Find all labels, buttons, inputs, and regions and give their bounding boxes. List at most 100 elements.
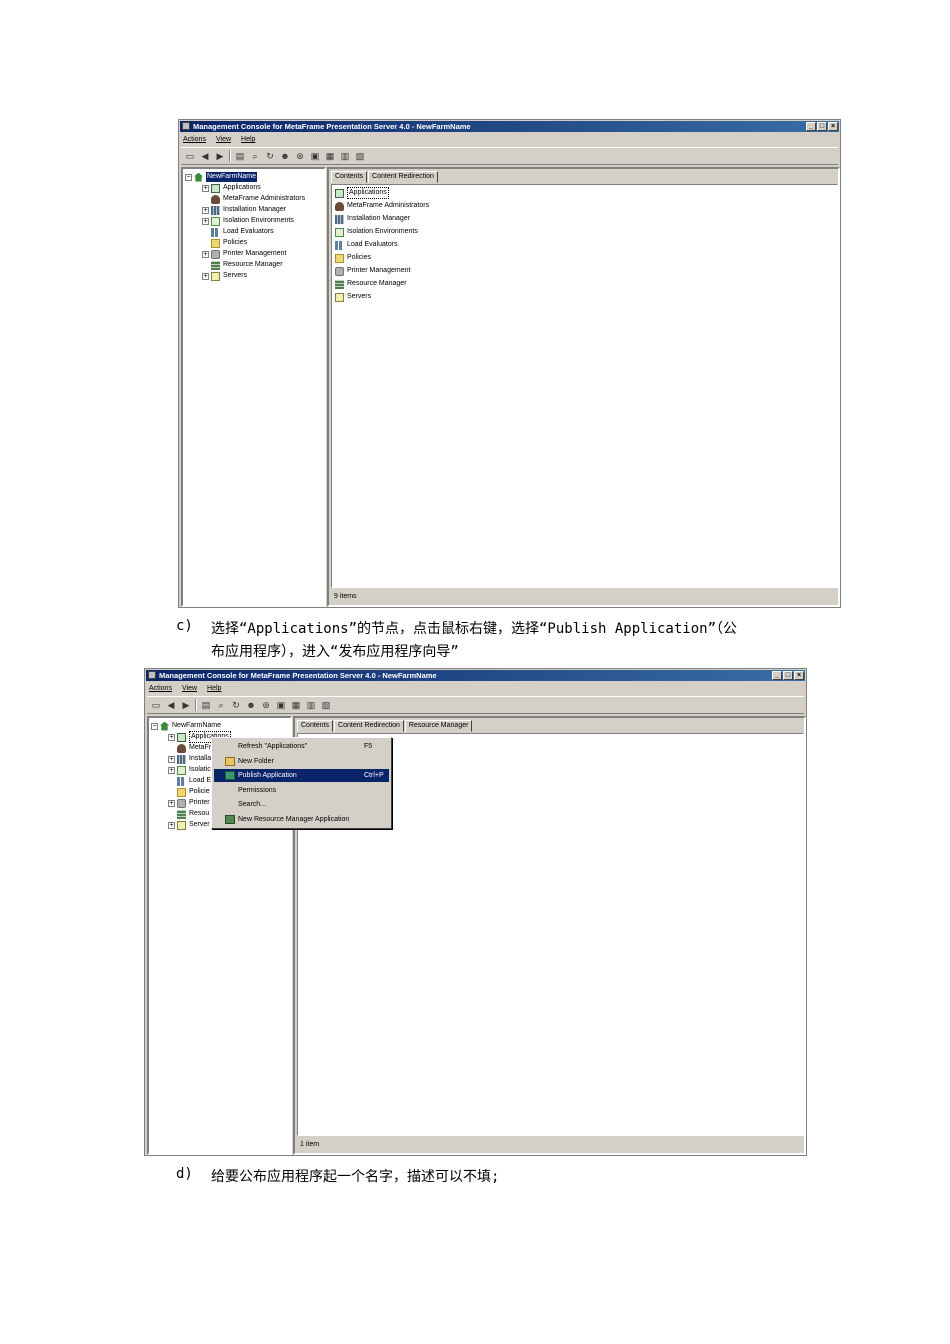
maximize-button[interactable]: □	[783, 671, 793, 680]
back-arrow-icon[interactable]: ◀	[199, 150, 211, 162]
tree-item-servers[interactable]: + Servers	[202, 271, 247, 281]
list-item-policies[interactable]: Policies	[335, 253, 371, 263]
list-item-applications[interactable]: Applications	[335, 187, 389, 199]
expand-toggle[interactable]: +	[168, 766, 175, 774]
server-dropdown-icon[interactable]: ▦	[324, 150, 336, 162]
tree-item-printer-management[interactable]: + Printer Management	[202, 249, 286, 259]
tree-item-policies[interactable]: Policies	[211, 238, 247, 248]
menu-actions[interactable]: Actions	[149, 683, 172, 695]
properties-icon[interactable]: ▤	[234, 150, 246, 162]
tree-item-label: Printer Management	[223, 250, 287, 257]
menu-item-refresh[interactable]: Refresh "Applications" F5	[214, 740, 389, 753]
tab-resource-manager[interactable]: Resource Manager	[404, 720, 473, 732]
publish-dropdown-icon[interactable]: ▣	[275, 699, 287, 711]
tree-item-metaframe-administrators[interactable]: MetaFr	[177, 743, 211, 753]
tree-item-servers[interactable]: + Server	[168, 820, 210, 830]
resource-icon	[335, 279, 344, 289]
tree-root[interactable]: − NewFarmName	[151, 721, 221, 731]
list-item-load-evaluators[interactable]: Load Evaluators	[335, 240, 398, 250]
search-icon[interactable]: ⌕	[215, 699, 227, 711]
toolbar-separator	[195, 699, 197, 711]
menu-help[interactable]: Help	[207, 683, 221, 695]
back-arrow-icon[interactable]: ◀	[165, 699, 177, 711]
tree-item-metaframe-administrators[interactable]: MetaFrame Administrators	[211, 194, 305, 204]
list-item-isolation-environments[interactable]: Isolation Environments	[335, 227, 418, 237]
view-dropdown-icon[interactable]: ▥	[339, 150, 351, 162]
tree-root[interactable]: − NewFarmName	[185, 172, 258, 182]
folder-up-icon[interactable]: ▭	[184, 150, 196, 162]
tab-contents[interactable]: Contents	[297, 720, 334, 732]
menu-item-new-resource-manager-application[interactable]: New Resource Manager Application	[214, 813, 389, 826]
publish-dropdown-icon[interactable]: ▣	[309, 150, 321, 162]
tree-item-isolation-environments[interactable]: + Isolatic	[168, 765, 211, 775]
tree-item-applications[interactable]: + Applications	[202, 183, 261, 193]
find-icon[interactable]: ⊛	[294, 150, 306, 162]
menu-item-permissions[interactable]: Permissions	[214, 784, 389, 797]
menu-item-search[interactable]: Search...	[214, 798, 389, 811]
menu-view[interactable]: View	[216, 134, 231, 146]
tree-item-load-evaluators[interactable]: Load E	[177, 776, 211, 786]
expand-toggle[interactable]: +	[202, 184, 209, 192]
list-item-label: Applications	[347, 187, 389, 199]
tab-content-redirection[interactable]: Content Redirection	[368, 171, 438, 183]
list-item-metaframe-administrators[interactable]: MetaFrame Administrators	[335, 201, 429, 211]
refresh-icon[interactable]: ↻	[230, 699, 242, 711]
list-item-label: Resource Manager	[347, 280, 407, 287]
tree-item-resource-manager[interactable]: Resou	[177, 809, 209, 819]
expand-toggle[interactable]: +	[168, 821, 175, 829]
expand-toggle[interactable]: +	[202, 272, 209, 280]
minimize-button[interactable]: _	[806, 122, 816, 131]
forward-arrow-icon[interactable]: ▶	[214, 150, 226, 162]
help-book-icon[interactable]: ▧	[320, 699, 332, 711]
load-evaluator-icon	[211, 227, 220, 237]
list-item-printer-management[interactable]: Printer Management	[335, 266, 410, 276]
users-icon[interactable]: ☻	[279, 150, 291, 162]
menu-help[interactable]: Help	[241, 134, 255, 146]
tab-contents[interactable]: Contents	[331, 171, 368, 183]
tree-item-label: Policie	[189, 788, 210, 795]
tree-item-isolation-environments[interactable]: + Isolation Environments	[202, 216, 294, 226]
tree-item-label: Isolation Environments	[223, 217, 294, 224]
maximize-button[interactable]: □	[817, 122, 827, 131]
tree-item-installation-manager[interactable]: + Installation Manager	[202, 205, 286, 215]
users-icon[interactable]: ☻	[245, 699, 257, 711]
load-evaluator-icon	[177, 776, 186, 786]
collapse-toggle[interactable]: −	[151, 722, 158, 730]
folder-up-icon[interactable]: ▭	[150, 699, 162, 711]
menu-view[interactable]: View	[182, 683, 197, 695]
expand-toggle[interactable]: +	[168, 799, 175, 807]
search-icon[interactable]: ⌕	[249, 150, 261, 162]
expand-toggle[interactable]: +	[168, 733, 175, 741]
tab-content-redirection[interactable]: Content Redirection	[334, 720, 404, 732]
close-button[interactable]: ×	[794, 671, 804, 680]
installation-icon	[211, 205, 220, 215]
forward-arrow-icon[interactable]: ▶	[180, 699, 192, 711]
minimize-button[interactable]: _	[772, 671, 782, 680]
farm-icon	[160, 721, 169, 731]
expand-toggle[interactable]: +	[202, 217, 209, 225]
server-dropdown-icon[interactable]: ▦	[290, 699, 302, 711]
tree-item-printer-management[interactable]: + Printer	[168, 798, 210, 808]
properties-icon[interactable]: ▤	[200, 699, 212, 711]
list-item-installation-manager[interactable]: Installation Manager	[335, 214, 410, 224]
tree-item-policies[interactable]: Policie	[177, 787, 210, 797]
collapse-toggle[interactable]: −	[185, 173, 192, 181]
list-item-label: Isolation Environments	[347, 228, 418, 235]
tree-item-resource-manager[interactable]: Resource Manager	[211, 260, 283, 270]
menu-item-new-folder[interactable]: New Folder	[214, 755, 389, 768]
menu-actions[interactable]: Actions	[183, 134, 206, 146]
list-item-servers[interactable]: Servers	[335, 292, 371, 302]
menu-item-publish-application[interactable]: Publish Application Ctrl+P	[214, 769, 389, 782]
expand-toggle[interactable]: +	[202, 250, 209, 258]
expand-toggle[interactable]: +	[202, 206, 209, 214]
tree-item-load-evaluators[interactable]: Load Evaluators	[211, 227, 274, 237]
expand-toggle[interactable]: +	[168, 755, 175, 763]
help-book-icon[interactable]: ▧	[354, 150, 366, 162]
view-dropdown-icon[interactable]: ▥	[305, 699, 317, 711]
list-item-resource-manager[interactable]: Resource Manager	[335, 279, 407, 289]
tree-item-installation-manager[interactable]: + Installa	[168, 754, 211, 764]
menu-item-label: New Resource Manager Application	[238, 816, 350, 823]
refresh-icon[interactable]: ↻	[264, 150, 276, 162]
close-button[interactable]: ×	[828, 122, 838, 131]
find-icon[interactable]: ⊛	[260, 699, 272, 711]
